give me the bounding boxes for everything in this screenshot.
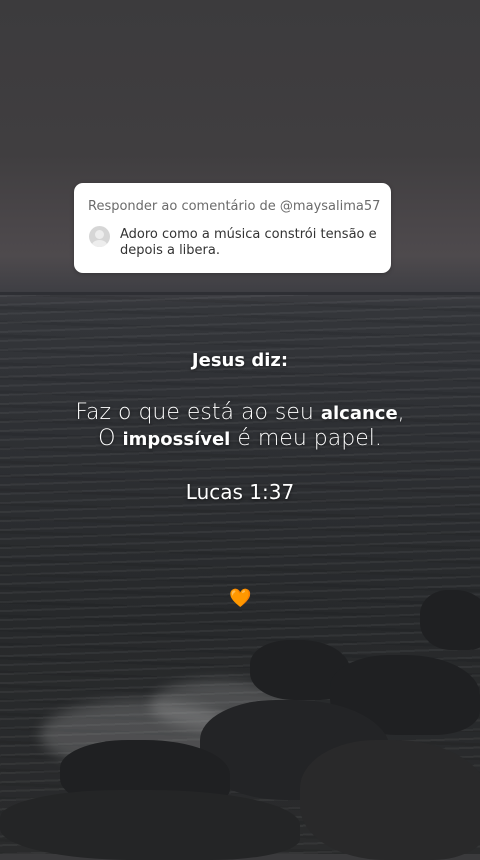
comment-text: Adoro como a música constrói tensão e de… <box>120 227 377 258</box>
rock <box>0 790 300 860</box>
reply-header: Responder ao comentário de @maysalima57 <box>88 199 381 214</box>
rock <box>300 740 480 860</box>
orange-heart-icon: 🧡 <box>229 588 252 609</box>
overlay-line-1: Faz o que está ao seu alcance, <box>0 400 480 427</box>
overlay-line-2: O impossível é meu papel. <box>0 426 480 453</box>
overlay-line-2-text: O <box>98 426 123 451</box>
overlay-line-1-text: Faz o que está ao seu <box>75 400 321 425</box>
overlay-line-1-end: , <box>397 400 405 425</box>
overlay-title: Jesus diz: <box>191 350 289 371</box>
avatar <box>89 226 110 247</box>
overlay-line-2-end: é meu papel. <box>230 426 382 451</box>
verse-reference: Lucas 1:37 <box>185 480 295 504</box>
overlay-line-1-bold: alcance <box>320 403 398 424</box>
rock <box>420 590 480 650</box>
reply-comment-card[interactable]: Responder ao comentário de @maysalima57 … <box>74 183 391 273</box>
overlay-line-2-bold: impossível <box>122 429 231 450</box>
